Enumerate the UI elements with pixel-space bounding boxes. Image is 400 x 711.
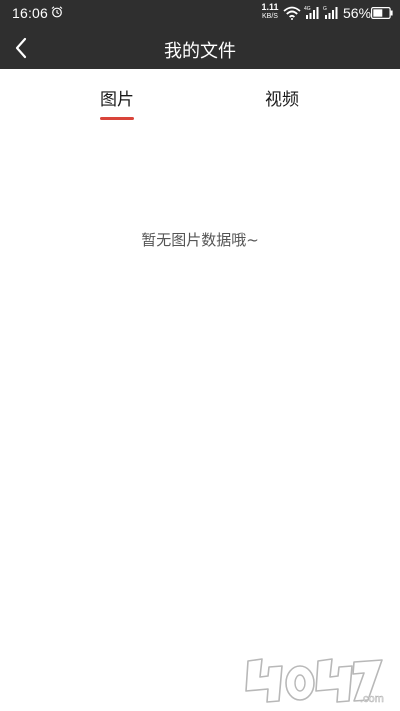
battery-icon: [371, 7, 393, 19]
network-speed-value: 1.11: [261, 2, 279, 12]
tab-videos[interactable]: 视频: [265, 85, 299, 110]
svg-text:G: G: [323, 6, 327, 12]
page-title: 我的文件: [164, 41, 236, 62]
wifi-icon: [283, 6, 301, 20]
status-bar: 16:06 1.11 KB/S 4G G 56%: [0, 0, 400, 26]
alarm-icon: [51, 6, 63, 18]
status-time: 16:06: [12, 5, 49, 21]
tab-bar: 图片 视频: [0, 69, 400, 125]
tab-images[interactable]: 图片: [100, 85, 134, 110]
signal-icon: G: [323, 6, 338, 19]
screen: 16:06 1.11 KB/S 4G G 56% 我的文件 图片 视频 暂无图片…: [0, 0, 400, 711]
empty-state-message: 暂无图片数据哦~: [141, 231, 259, 249]
watermark-logo: .com: [245, 658, 384, 705]
title-bar: 我的文件: [0, 26, 400, 69]
svg-text:.com: .com: [360, 693, 384, 705]
signal-4g-icon: 4G: [304, 6, 319, 19]
network-speed: 1.11 KB/S: [259, 3, 281, 21]
tab-active-indicator: [100, 117, 134, 120]
svg-text:4G: 4G: [304, 6, 311, 12]
battery-percent: 56%: [343, 5, 372, 21]
network-speed-unit: KB/S: [262, 13, 278, 20]
